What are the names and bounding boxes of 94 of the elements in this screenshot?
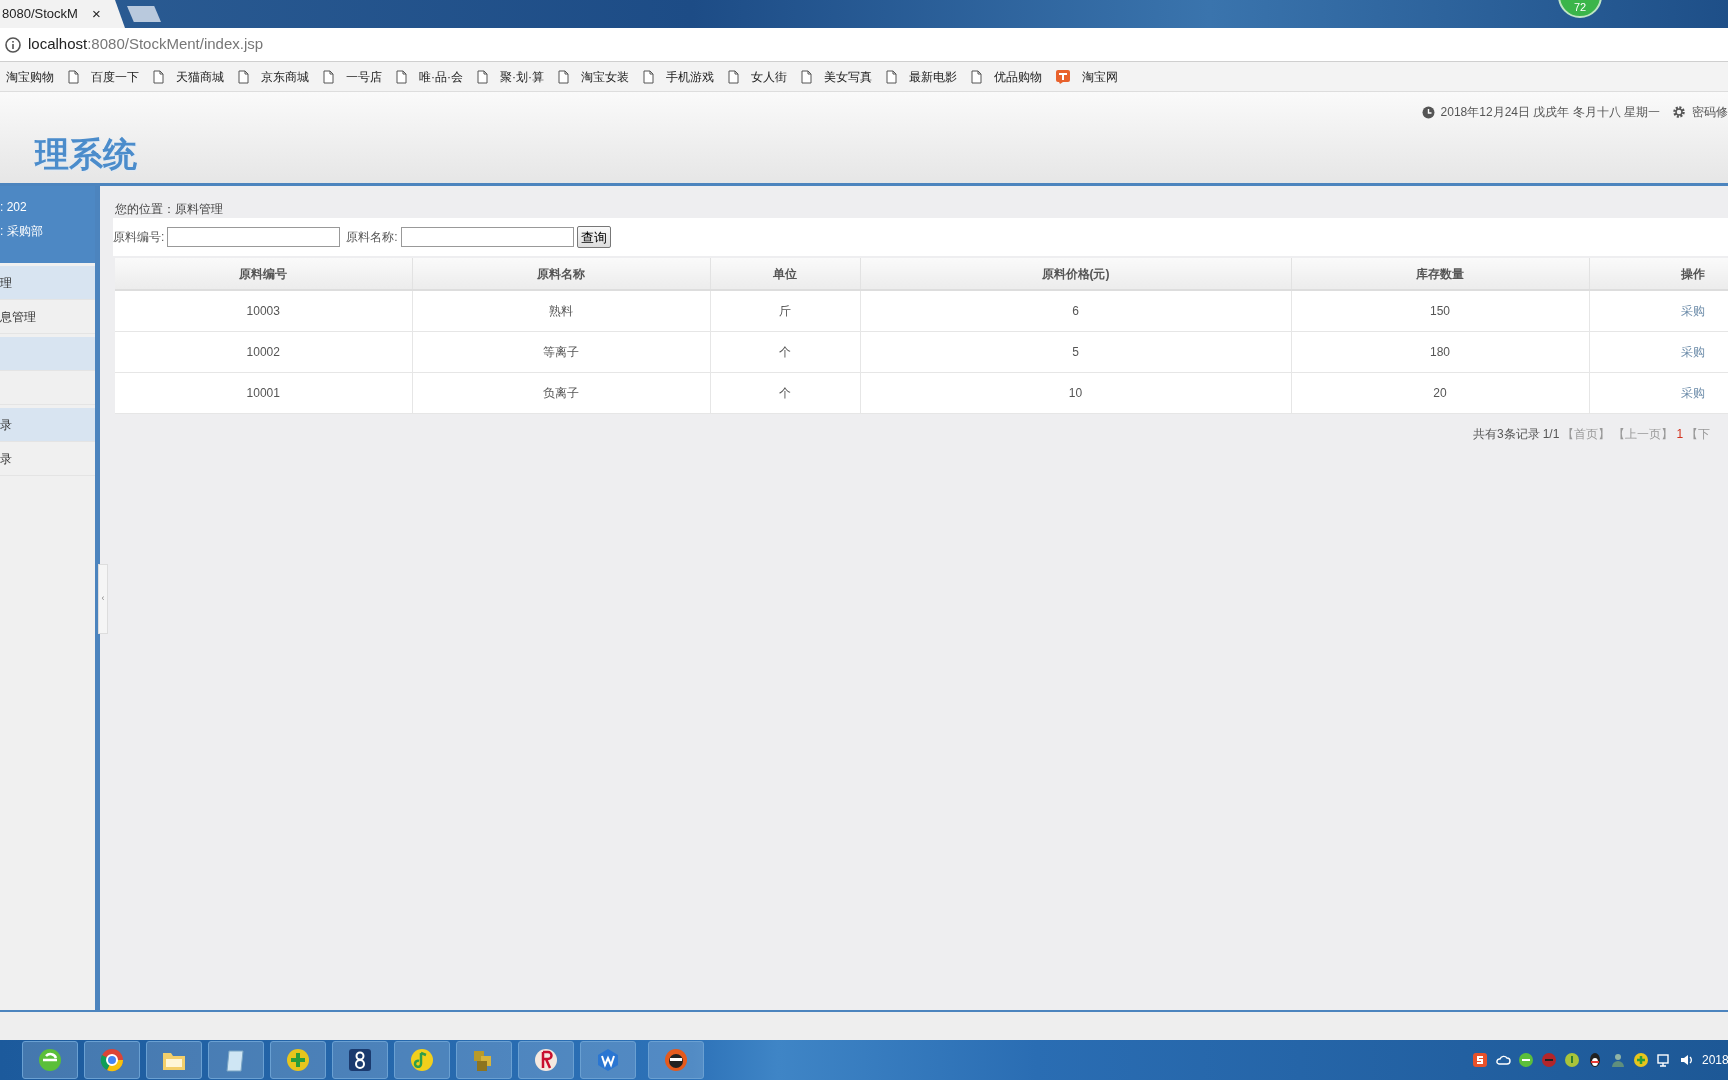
plus-shield-icon[interactable] (1633, 1052, 1649, 1068)
plus-shield-icon[interactable] (285, 1047, 311, 1073)
page-count: 1/1 (1542, 425, 1560, 443)
column-header: 原料价格(元) (860, 258, 1291, 290)
penguin-icon[interactable] (1587, 1052, 1603, 1068)
bookmark-link[interactable]: 天猫商城 (176, 67, 224, 86)
search-button[interactable]: 查询 (576, 226, 611, 248)
tab-title: 8080/StockM (2, 5, 78, 24)
page-icon (238, 69, 249, 84)
bookmark-link[interactable]: 最新电影 (909, 67, 957, 86)
network-icon[interactable] (1656, 1052, 1672, 1068)
page-icon (643, 69, 654, 84)
bookmark-link[interactable]: 一号店 (346, 67, 382, 86)
office-icon[interactable] (595, 1047, 621, 1073)
info-icon[interactable] (4, 35, 22, 54)
page-icon (477, 69, 488, 84)
chrome-icon[interactable] (99, 1047, 125, 1073)
purchase-link[interactable]: 采购 (1681, 344, 1705, 359)
purchase-link[interactable]: 采购 (1681, 385, 1705, 400)
clock-text[interactable]: 2018 (1702, 1051, 1728, 1069)
tab-close-button[interactable]: × (91, 2, 101, 26)
breadcrumb: 您的位置：原料管理 (115, 201, 224, 218)
column-header: 操作 (1589, 258, 1728, 290)
column-header: 单位 (710, 258, 860, 290)
page-icon (971, 69, 982, 84)
bookmark-link[interactable]: 淘宝购物 (6, 67, 54, 86)
table-cell: 6 (860, 290, 1291, 331)
table-cell: 等离子 (412, 331, 710, 372)
taobao-icon (1056, 69, 1070, 84)
current-page[interactable]: 1 (1676, 424, 1684, 443)
table-cell: 5 (860, 331, 1291, 372)
table-cell: 180 (1291, 331, 1589, 372)
pager-link: 【上一页】 (1613, 425, 1674, 443)
table-cell: 个 (710, 372, 860, 413)
address-text[interactable]: localhost:8080/StockMent/index.jsp (28, 33, 264, 56)
menu-item[interactable]: 录 (0, 442, 95, 476)
pager-link: 【下 (1686, 425, 1711, 443)
settings-icon (1672, 105, 1686, 119)
password-link[interactable]: 密码修 (1692, 103, 1728, 121)
bookmark-link[interactable]: 聚·划·算 (500, 67, 544, 86)
table-cell: 10001 (115, 372, 412, 413)
menu-group-header[interactable]: 录 (0, 408, 95, 442)
bookmark-link[interactable]: 唯·品·会 (419, 67, 463, 86)
record-count: 共有3条记录 (1473, 425, 1540, 443)
page-icon (396, 69, 407, 84)
page-icon (728, 69, 739, 84)
user-info-text: : 采购部 (0, 223, 44, 240)
table-cell: 150 (1291, 290, 1589, 331)
eight-icon[interactable] (347, 1047, 373, 1073)
table-cell: 熟料 (412, 290, 710, 331)
menu-group-header[interactable]: 理 (0, 266, 95, 300)
page-icon (323, 69, 334, 84)
user-info-text: : 202 (0, 199, 28, 216)
table-cell: 20 (1291, 372, 1589, 413)
menu-item[interactable]: 息管理 (0, 300, 95, 334)
column-header: 原料名称 (412, 258, 710, 290)
app-title: 理系统 (35, 137, 137, 171)
table-cell: 10003 (115, 290, 412, 331)
rocket-logo-icon[interactable] (533, 1047, 559, 1073)
table-cell: 个 (710, 331, 860, 372)
purchase-link[interactable]: 采购 (1681, 303, 1705, 318)
page-icon (801, 69, 812, 84)
column-header: 原料编号 (115, 258, 412, 290)
field-label: 原料编号: (113, 229, 165, 246)
clock-icon (1421, 105, 1435, 119)
date-text: 2018年12月24日 戊戌年 冬月十八 星期一 (1440, 104, 1660, 121)
table-cell: 10 (860, 372, 1291, 413)
page-icon (558, 69, 569, 84)
user-icon[interactable] (1610, 1052, 1626, 1068)
page-icon (886, 69, 897, 84)
new-tab-button[interactable] (127, 6, 161, 22)
bookmark-link[interactable]: 京东商城 (261, 67, 309, 86)
page-icon (153, 69, 164, 84)
table-cell: 10002 (115, 331, 412, 372)
browser-tab[interactable]: 8080/StockM × (0, 0, 125, 28)
bookmark-link[interactable]: 淘宝女装 (581, 67, 629, 86)
bookmark-link[interactable]: 手机游戏 (666, 67, 714, 86)
input-field[interactable] (400, 227, 574, 247)
bookmark-link[interactable]: 优品购物 (994, 67, 1042, 86)
bookmark-link[interactable]: 美女写真 (824, 67, 872, 86)
bookmark-link[interactable]: 女人街 (751, 67, 787, 86)
input-field[interactable] (167, 227, 341, 247)
table-cell: 负离子 (412, 372, 710, 413)
speaker-icon[interactable] (1679, 1052, 1695, 1068)
table-cell: 斤 (710, 290, 860, 331)
field-label: 原料名称: (346, 229, 398, 246)
raccoon-icon[interactable] (663, 1047, 689, 1073)
column-header: 库存数量 (1291, 258, 1589, 290)
collapse-handle[interactable]: ‹ (98, 564, 108, 634)
pager-link: 【首页】 (1562, 425, 1611, 443)
page-icon (68, 69, 79, 84)
bookmark-link[interactable]: 淘宝网 (1082, 67, 1118, 86)
bookmark-link[interactable]: 百度一下 (91, 67, 139, 86)
sogou-icon[interactable] (1472, 1052, 1488, 1068)
